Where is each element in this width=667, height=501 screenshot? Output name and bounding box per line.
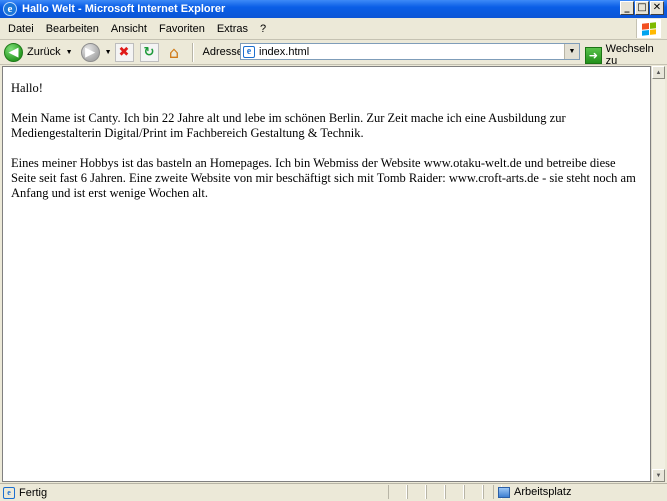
back-arrow-icon: ◀ [4, 42, 23, 62]
address-dropdown-icon[interactable]: ▼ [564, 44, 579, 59]
menu-ansicht[interactable]: Ansicht [105, 23, 153, 35]
forward-arrow-icon: ▶ [80, 42, 100, 62]
go-arrow-icon: ➜ [585, 46, 602, 64]
content-paragraph: Eines meiner Hobbys ist das basteln an H… [11, 156, 636, 200]
maximize-button[interactable]: □ [635, 1, 649, 15]
vertical-scrollbar[interactable]: ▲ ▼ [651, 66, 665, 482]
address-value[interactable]: index.html [259, 46, 309, 58]
windows-logo-icon [636, 19, 661, 38]
address-field[interactable]: e index.html ▼ [240, 43, 580, 60]
back-dropdown-icon[interactable]: ▼ [66, 49, 73, 56]
home-icon[interactable]: ⌂ [165, 43, 184, 62]
go-button[interactable]: ➜ Wechseln zu [585, 43, 667, 67]
status-panes [388, 485, 502, 499]
status-bar: e Fertig Arbeitsplatz [0, 483, 667, 501]
ie-logo-icon: e [3, 2, 17, 16]
status-text: Fertig [19, 486, 48, 499]
scroll-up-icon[interactable]: ▲ [652, 66, 665, 79]
window-controls: _ □ ✕ [620, 1, 664, 15]
scroll-down-icon[interactable]: ▼ [652, 469, 665, 482]
content-paragraph: Hallo! [11, 81, 43, 95]
menu-favoriten[interactable]: Favoriten [153, 23, 211, 35]
go-label: Wechseln zu [605, 43, 654, 67]
page-icon: e [243, 45, 255, 58]
menu-datei[interactable]: Datei [0, 23, 40, 35]
menu-extras[interactable]: Extras [211, 23, 254, 35]
menu-bearbeiten[interactable]: Bearbeiten [40, 23, 105, 35]
page-content: Hallo! Mein Name ist Canty. Ich bin 22 J… [2, 66, 651, 482]
menu-help[interactable]: ? [254, 23, 272, 35]
close-button[interactable]: ✕ [650, 1, 664, 15]
security-zone: Arbeitsplatz [493, 485, 571, 499]
page-status-icon: e [3, 486, 15, 499]
stop-icon[interactable]: ✖ [114, 42, 134, 62]
toolbar-divider [191, 42, 194, 62]
forward-button[interactable]: ▶ ▼ [80, 42, 112, 62]
toolbar: ◀ Zurück ▼ ▶ ▼ ✖ ↻ ⌂ Adresse e index.htm… [0, 40, 667, 67]
forward-dropdown-icon[interactable]: ▼ [105, 49, 112, 56]
back-button[interactable]: ◀ Zurück ▼ [4, 42, 73, 62]
title-bar: e Hallo Welt - Microsoft Internet Explor… [0, 0, 667, 18]
minimize-button[interactable]: _ [620, 1, 634, 15]
content-paragraph: Mein Name ist Canty. Ich bin 22 Jahre al… [11, 111, 566, 140]
back-label: Zurück [27, 46, 61, 58]
address-label: Adresse [202, 46, 243, 58]
zone-label: Arbeitsplatz [514, 486, 572, 498]
refresh-icon[interactable]: ↻ [139, 42, 159, 62]
computer-icon [498, 486, 510, 498]
menu-bar: Datei Bearbeiten Ansicht Favoriten Extra… [0, 18, 667, 40]
window-title: Hallo Welt - Microsoft Internet Explorer [22, 3, 226, 15]
